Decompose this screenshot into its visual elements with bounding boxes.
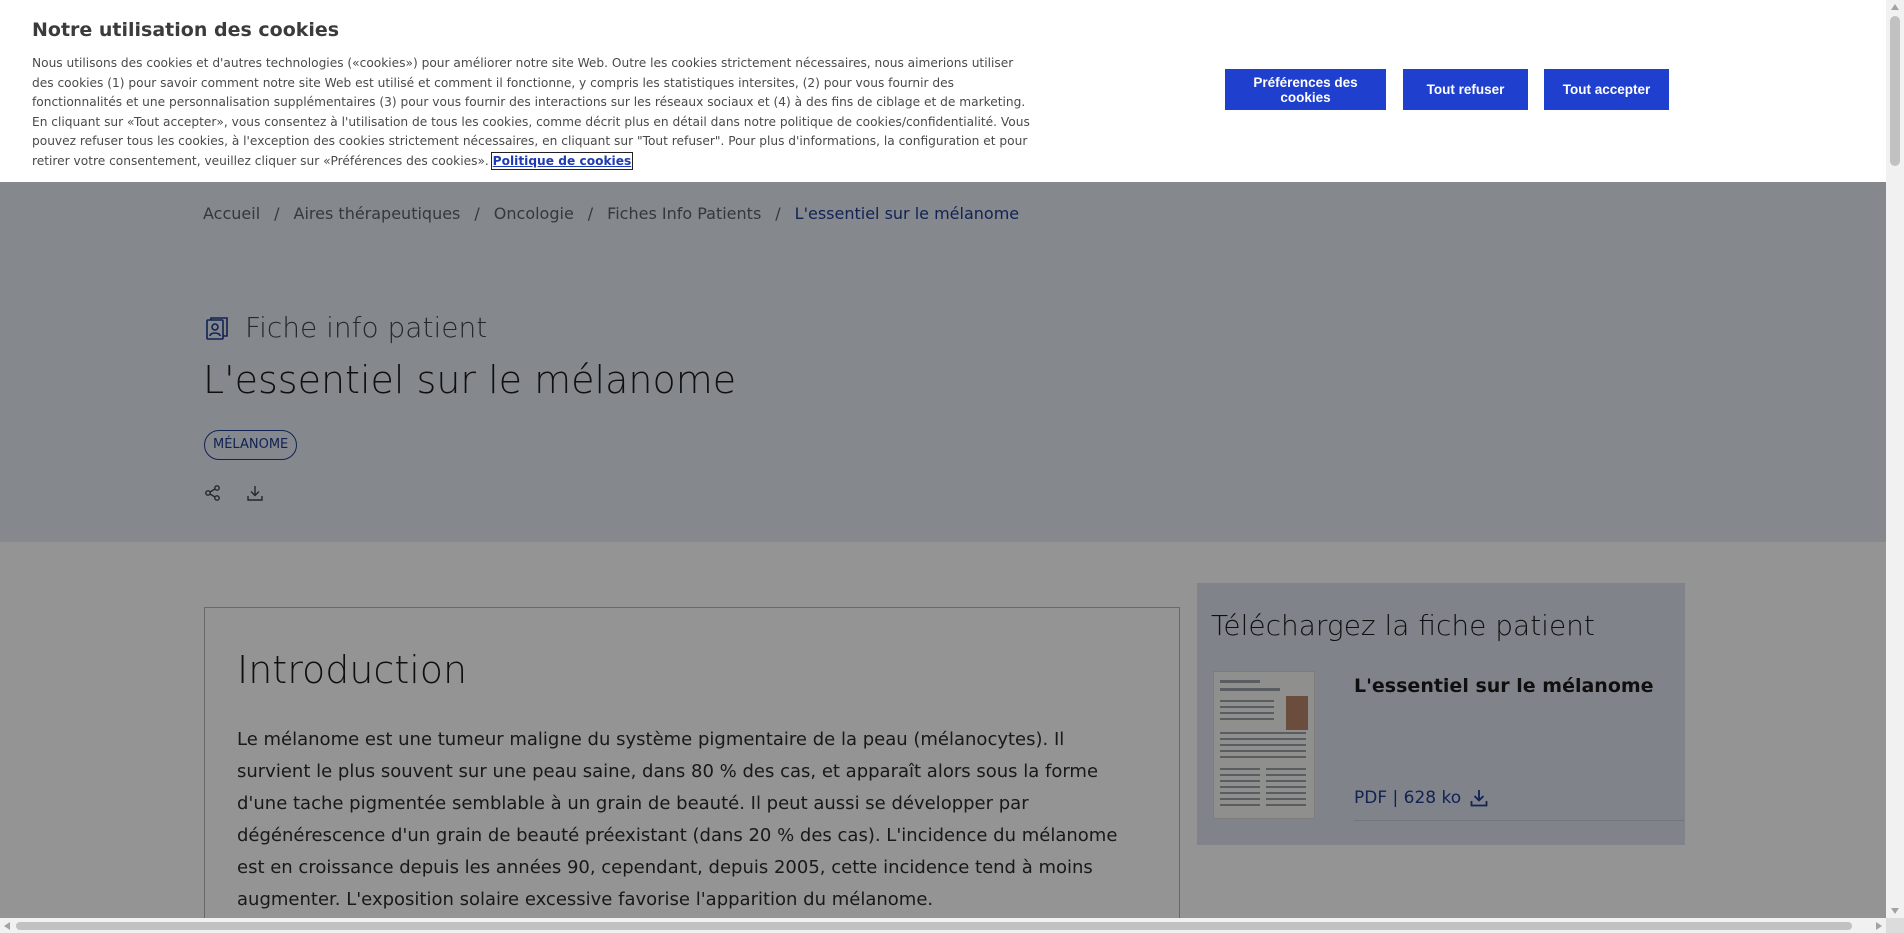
cookie-banner-title: Notre utilisation des cookies [32,19,340,41]
scroll-up-icon[interactable] [1891,4,1899,10]
scroll-left-icon[interactable] [4,922,10,930]
cookie-preferences-button[interactable]: Préférences des cookies [1225,69,1386,110]
scrollbar-corner [1886,918,1904,933]
cookie-banner-body: Nous utilisons des cookies et d'autres t… [32,56,1030,168]
horizontal-scrollbar[interactable] [0,918,1886,933]
cookie-banner-text: Nous utilisons des cookies et d'autres t… [32,54,1032,172]
refuse-all-button[interactable]: Tout refuser [1403,69,1528,110]
horizontal-scroll-thumb[interactable] [16,922,1852,930]
scroll-down-icon[interactable] [1891,908,1899,914]
accept-all-button[interactable]: Tout accepter [1544,69,1669,110]
vertical-scrollbar[interactable] [1886,0,1904,918]
cookie-banner: Notre utilisation des cookies Nous utili… [0,0,1886,182]
vertical-scroll-thumb[interactable] [1890,16,1900,166]
scroll-right-icon[interactable] [1876,922,1882,930]
cookie-policy-link[interactable]: Politique de cookies [490,151,634,170]
